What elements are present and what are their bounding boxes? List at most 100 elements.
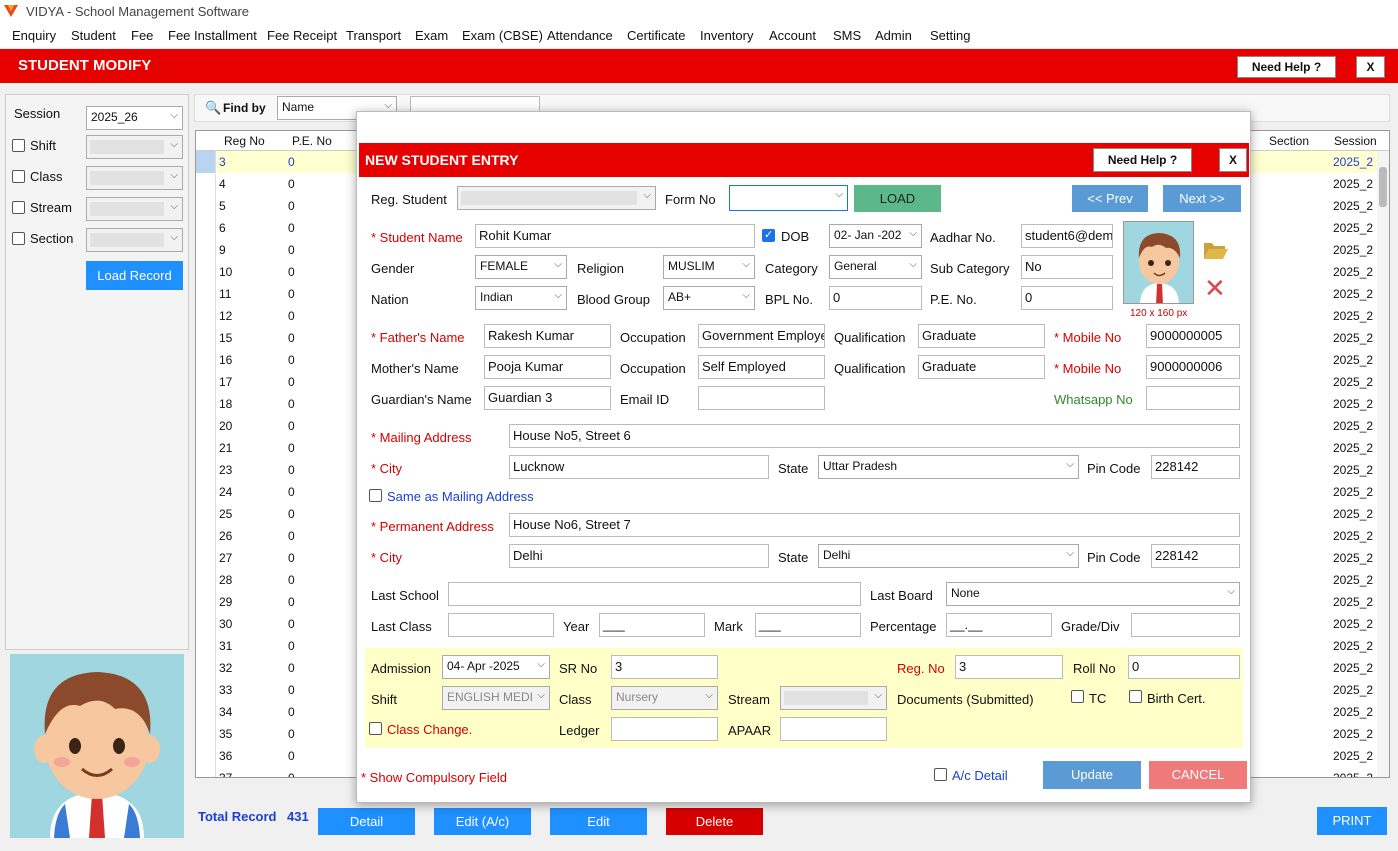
next-button[interactable]: Next >> xyxy=(1163,185,1241,212)
detail-button[interactable]: Detail xyxy=(318,808,415,835)
menu-item-fee-installment[interactable]: Fee Installment xyxy=(168,28,257,43)
ac-detail-checkbox[interactable] xyxy=(934,768,947,781)
sub-category-input[interactable]: No xyxy=(1021,255,1113,279)
print-button[interactable]: PRINT xyxy=(1317,807,1387,835)
row-header[interactable] xyxy=(196,701,216,723)
row-header[interactable] xyxy=(196,767,216,777)
section-checkbox[interactable] xyxy=(12,232,25,245)
sr-no-input[interactable]: 3 xyxy=(611,655,718,679)
row-header[interactable] xyxy=(196,217,216,239)
mother-name-input[interactable]: Pooja Kumar xyxy=(484,355,611,379)
reg-no-input[interactable]: 3 xyxy=(955,655,1063,679)
menu-item-setting[interactable]: Setting xyxy=(930,28,970,43)
folder-open-icon[interactable] xyxy=(1203,240,1229,260)
row-header[interactable] xyxy=(196,635,216,657)
scrollbar-thumb[interactable] xyxy=(1379,167,1387,207)
row-header[interactable] xyxy=(196,591,216,613)
remove-photo-icon[interactable]: ✕ xyxy=(1204,275,1226,301)
row-header[interactable] xyxy=(196,547,216,569)
gender-select[interactable]: FEMALE ⌵ xyxy=(475,255,567,279)
class-select[interactable]: ⌵ xyxy=(86,166,183,190)
pe-no-input[interactable]: 0 xyxy=(1021,286,1113,310)
row-header[interactable] xyxy=(196,525,216,547)
session-select[interactable]: 2025_26 ⌵ xyxy=(86,106,183,130)
row-header[interactable] xyxy=(196,349,216,371)
col-pe-no[interactable]: P.E. No xyxy=(292,134,332,148)
row-header[interactable] xyxy=(196,745,216,767)
cancel-button[interactable]: CANCEL xyxy=(1149,761,1247,789)
grid-scrollbar[interactable] xyxy=(1377,151,1389,777)
permanent-address-input[interactable]: House No6, Street 7 xyxy=(509,513,1240,537)
father-occupation-input[interactable]: Government Employe xyxy=(698,324,825,348)
menu-item-account[interactable]: Account xyxy=(769,28,816,43)
class-change-checkbox[interactable] xyxy=(369,722,382,735)
apaar-input[interactable] xyxy=(780,717,887,741)
shift-select[interactable]: ENGLISH MEDI ⌵ xyxy=(442,686,550,710)
row-header[interactable] xyxy=(196,459,216,481)
row-header[interactable] xyxy=(196,151,216,173)
student-name-input[interactable]: Rohit Kumar xyxy=(475,224,755,248)
menu-item-exam-cbse[interactable]: Exam (CBSE) xyxy=(462,28,543,43)
col-session[interactable]: Session xyxy=(1334,134,1377,148)
guardian-name-input[interactable]: Guardian 3 xyxy=(484,386,611,410)
year-input[interactable]: ___ xyxy=(599,613,705,637)
edit-ac-button[interactable]: Edit (A/c) xyxy=(434,808,531,835)
row-header[interactable] xyxy=(196,261,216,283)
whatsapp-input[interactable] xyxy=(1146,386,1240,410)
menu-item-attendance[interactable]: Attendance xyxy=(547,28,613,43)
row-header[interactable] xyxy=(196,393,216,415)
row-header[interactable] xyxy=(196,657,216,679)
menu-item-enquiry[interactable]: Enquiry xyxy=(12,28,56,43)
row-header[interactable] xyxy=(196,283,216,305)
show-compulsory-link[interactable]: * Show Compulsory Field xyxy=(361,770,507,785)
row-header[interactable] xyxy=(196,173,216,195)
mailing-pin-input[interactable]: 228142 xyxy=(1151,455,1240,479)
ledger-input[interactable] xyxy=(611,717,718,741)
dob-checkbox[interactable] xyxy=(762,228,775,242)
menu-item-inventory[interactable]: Inventory xyxy=(700,28,753,43)
birth-cert-checkbox[interactable] xyxy=(1129,690,1142,703)
row-header[interactable] xyxy=(196,723,216,745)
menu-item-exam[interactable]: Exam xyxy=(415,28,448,43)
aadhar-input[interactable]: student6@dem xyxy=(1021,224,1113,248)
permanent-state-select[interactable]: Delhi ⌵ xyxy=(818,544,1079,568)
menu-item-fee[interactable]: Fee xyxy=(131,28,153,43)
grade-input[interactable] xyxy=(1131,613,1240,637)
mailing-state-select[interactable]: Uttar Pradesh ⌵ xyxy=(818,455,1079,479)
admission-date-picker[interactable]: 04- Apr -2025 ⌵ xyxy=(442,655,550,679)
load-button[interactable]: LOAD xyxy=(854,185,941,212)
menu-item-student[interactable]: Student xyxy=(71,28,116,43)
row-header[interactable] xyxy=(196,503,216,525)
class-checkbox[interactable] xyxy=(12,170,25,183)
mother-mobile-input[interactable]: 9000000006 xyxy=(1146,355,1240,379)
last-school-input[interactable] xyxy=(448,582,861,606)
row-header[interactable] xyxy=(196,371,216,393)
blood-group-select[interactable]: AB+ ⌵ xyxy=(663,286,755,310)
religion-select[interactable]: MUSLIM ⌵ xyxy=(663,255,755,279)
percentage-input[interactable]: __.__ xyxy=(946,613,1052,637)
tc-checkbox[interactable] xyxy=(1071,690,1084,703)
shift-select[interactable]: ⌵ xyxy=(86,135,183,159)
prev-button[interactable]: << Prev xyxy=(1072,185,1148,212)
edit-button[interactable]: Edit xyxy=(550,808,647,835)
update-button[interactable]: Update xyxy=(1043,761,1141,789)
shift-checkbox[interactable] xyxy=(12,139,25,152)
load-record-button[interactable]: Load Record xyxy=(86,261,183,290)
need-help-button[interactable]: Need Help ? xyxy=(1237,56,1336,78)
dialog-close-button[interactable]: X xyxy=(1219,148,1247,172)
dialog-help-button[interactable]: Need Help ? xyxy=(1093,148,1192,172)
delete-button[interactable]: Delete xyxy=(666,808,763,835)
mailing-city-input[interactable]: Lucknow xyxy=(509,455,769,479)
roll-no-input[interactable]: 0 xyxy=(1128,655,1240,679)
row-header[interactable] xyxy=(196,415,216,437)
same-address-checkbox[interactable] xyxy=(369,489,382,502)
row-header[interactable] xyxy=(196,437,216,459)
mother-qualification-input[interactable]: Graduate xyxy=(918,355,1045,379)
row-header[interactable] xyxy=(196,613,216,635)
mark-input[interactable]: ___ xyxy=(755,613,861,637)
col-reg-no[interactable]: Reg No xyxy=(224,134,265,148)
close-page-button[interactable]: X xyxy=(1356,56,1385,78)
father-name-input[interactable]: Rakesh Kumar xyxy=(484,324,611,348)
menu-item-certificate[interactable]: Certificate xyxy=(627,28,686,43)
form-no-select[interactable]: ⌵ xyxy=(729,185,848,211)
